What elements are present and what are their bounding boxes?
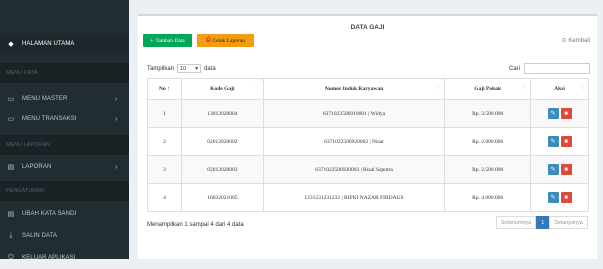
edit-icon[interactable]: ✎ xyxy=(547,164,559,175)
folder-icon: ▭ xyxy=(7,116,15,123)
sidebar-item-label: MENU TRANSAKSI xyxy=(22,116,77,122)
cell-aksi: ✎ ■ xyxy=(530,155,589,184)
sidebar-item-label: LAPORAN xyxy=(22,164,52,170)
cell-nik: 6371022506920002 | Nisar xyxy=(262,127,446,156)
sidebar-item-menu-transaksi[interactable]: ▭ MENU TRANSAKSI › xyxy=(0,108,129,130)
sort-asc-icon: ↑ xyxy=(167,86,170,92)
page-length-control: Tampilkan 10 ▾ data xyxy=(147,64,216,73)
search-label: Cari xyxy=(508,65,520,72)
logout-icon: ⏻ xyxy=(8,254,14,261)
page-length-value: 10 xyxy=(180,65,187,72)
sidebar-item-label: MENU MASTER xyxy=(22,96,68,102)
sidebar-item-keluar-aplikasi[interactable]: ⏻ KELUAR APLIKASI xyxy=(0,247,129,269)
edit-icon[interactable]: ✎ xyxy=(547,108,559,119)
key-icon: ▤ xyxy=(7,211,15,218)
sort-icon: ↑↓ xyxy=(580,86,585,91)
cell-aksi: ✎ ■ xyxy=(530,183,589,212)
print-report-label: Cetak Laporan xyxy=(212,37,245,44)
sidebar-item-label: UBAH KATA SANDI xyxy=(22,211,77,217)
sidebar-item-salin-data[interactable]: ⤓ SALIN DATA xyxy=(0,225,129,247)
trash-icon[interactable]: ■ xyxy=(560,164,572,175)
cell-no: 3 xyxy=(147,155,182,184)
column-header-nik[interactable]: Nomor Induk Karyawan ↑↓ xyxy=(262,78,446,100)
search-input[interactable] xyxy=(524,63,590,74)
page-title: DATA GAJI xyxy=(350,24,385,31)
table-info: Menampilkan 1 sampai 4 dari 4 data xyxy=(147,222,244,228)
sidebar-item-laporan[interactable]: ▤ LAPORAN › xyxy=(0,156,129,178)
entries-label: data xyxy=(204,65,216,72)
add-data-label: Tambah Data xyxy=(155,37,185,44)
add-data-button[interactable]: + Tambah Data xyxy=(143,34,192,47)
sidebar-item-ubah-kata-sandi[interactable]: ▤ UBAH KATA SANDI xyxy=(0,203,129,225)
sidebar-header-pengaturan: PENGATURAN xyxy=(0,181,129,201)
sidebar-item-label: HALAMAN UTAMA xyxy=(22,41,75,47)
cell-kode-gaji: 02012020002 xyxy=(180,127,264,156)
edit-icon[interactable]: ✎ xyxy=(547,192,559,203)
cell-aksi: ✎ ■ xyxy=(530,99,589,128)
cell-aksi: ✎ ■ xyxy=(530,127,589,156)
sidebar-item-label: SALIN DATA xyxy=(22,233,58,239)
back-link[interactable]: ⊙ Kembali xyxy=(562,37,590,44)
cell-no: 4 xyxy=(147,183,182,212)
plus-icon: + xyxy=(150,37,154,44)
trash-icon[interactable]: ■ xyxy=(560,192,572,203)
sidebar: ◆ HALAMAN UTAMA MENU DATA ▭ MENU MASTER … xyxy=(0,0,129,261)
cell-kode-gaji: 13012020004 xyxy=(180,99,264,128)
column-header-kode-gaji[interactable]: Kode Gaji ↑↓ xyxy=(180,78,264,100)
back-icon: ⊙ xyxy=(561,38,567,44)
download-icon: ⤓ xyxy=(9,232,13,239)
back-label: Kembali xyxy=(568,38,590,44)
chevron-right-icon: › xyxy=(115,115,118,123)
chevron-right-icon: › xyxy=(115,163,118,171)
sidebar-item-label: KELUAR APLIKASI xyxy=(22,255,76,261)
cell-kode-gaji: 16032021005 xyxy=(180,183,264,212)
table-row: 2 02012020002 6371022506920002 | Nisar R… xyxy=(147,127,589,156)
sort-icon: ↑↓ xyxy=(436,86,442,91)
sort-icon: ↑↓ xyxy=(522,86,528,91)
search-control: Cari xyxy=(509,63,590,74)
table-row: 4 16032021005 1231231231232 | RIFKI NAZA… xyxy=(147,183,589,212)
edit-icon[interactable]: ✎ xyxy=(547,136,559,147)
trash-icon[interactable]: ■ xyxy=(560,108,572,119)
sidebar-item-menu-master[interactable]: ▭ MENU MASTER › xyxy=(0,88,129,110)
cell-nik: 6371022506910001 | Widya xyxy=(262,99,446,128)
sidebar-header-menu-data: MENU DATA xyxy=(0,63,129,83)
sort-icon: ↑↓ xyxy=(254,86,260,91)
column-header-gaji-pokok[interactable]: Gaji Pokok ↑↓ xyxy=(444,78,532,100)
next-page-button[interactable]: Selanjutnya xyxy=(549,216,588,229)
cell-nik: 1231231231232 | RIFKI NAZAR FIRDAUS xyxy=(262,183,446,212)
data-gaji-box: DATA GAJI + Tambah Data ⎙ Cetak Laporan … xyxy=(138,14,597,259)
sidebar-item-halaman-utama[interactable]: ◆ HALAMAN UTAMA xyxy=(0,33,129,55)
table-row: 3 02012020003 6371022506930003 | Rizal S… xyxy=(147,155,589,184)
cell-nik: 6371022506930003 | Rizal Saputra xyxy=(262,155,446,184)
report-icon: ▤ xyxy=(7,164,15,171)
cell-gaji-pokok: Rp. 2.000.000 xyxy=(444,127,532,156)
page-length-select[interactable]: 10 ▾ xyxy=(177,64,202,73)
table-row: 1 13012020004 6371022506910001 | Widya R… xyxy=(147,99,589,128)
cell-gaji-pokok: Rp. 4.000.000 xyxy=(444,183,532,212)
folder-icon: ▭ xyxy=(7,96,15,103)
pagination: Sebelumnya 1 Selanjutnya xyxy=(495,216,588,229)
prev-page-button[interactable]: Sebelumnya xyxy=(495,216,537,229)
print-icon: ⎙ xyxy=(206,37,211,43)
dashboard-icon: ◆ xyxy=(8,41,14,48)
cell-no: 1 xyxy=(147,99,182,128)
sidebar-header-menu-laporan: MENU LAPORAN xyxy=(0,135,129,155)
page-1-button[interactable]: 1 xyxy=(536,216,550,229)
cell-gaji-pokok: Rp. 2.500.000 xyxy=(444,155,532,184)
cell-no: 2 xyxy=(147,127,182,156)
salary-table: No ↑ Kode Gaji ↑↓ Nomor Induk Karyawan ↑↓ … xyxy=(147,78,589,212)
chevron-right-icon: › xyxy=(115,95,118,103)
print-report-button[interactable]: ⎙ Cetak Laporan xyxy=(197,34,254,47)
column-header-aksi[interactable]: Aksi ↑↓ xyxy=(530,78,589,100)
column-header-no[interactable]: No ↑ xyxy=(147,78,182,100)
show-label: Tampilkan xyxy=(147,65,175,72)
trash-icon[interactable]: ■ xyxy=(560,136,572,147)
cell-kode-gaji: 02012020003 xyxy=(180,155,264,184)
chevron-down-icon: ▾ xyxy=(195,65,199,72)
cell-gaji-pokok: Rp. 3.500.000 xyxy=(444,99,532,128)
